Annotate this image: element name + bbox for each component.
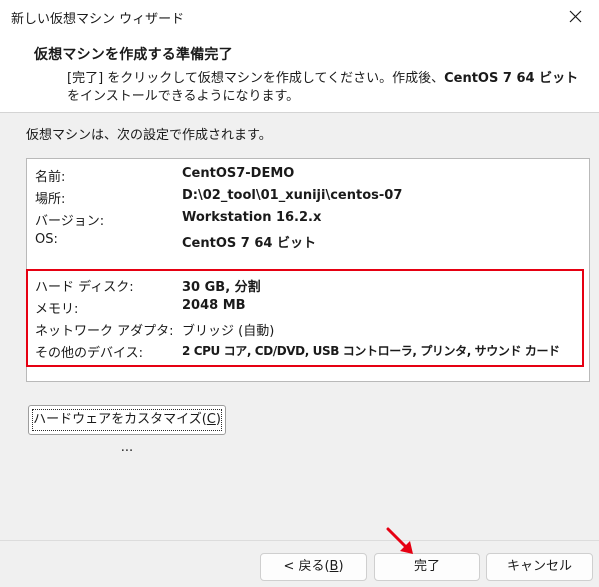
window-title: 新しい仮想マシン ウィザード bbox=[11, 12, 185, 27]
close-button[interactable] bbox=[553, 0, 599, 34]
desc-text-post: をインストールできるようになります。 bbox=[67, 89, 300, 104]
page-title: 仮想マシンを作成する準備完了 bbox=[34, 47, 233, 63]
back-button[interactable]: < 戻る(B) bbox=[260, 553, 367, 581]
customize-label-pre: ハードウェアをカスタマイズ( bbox=[33, 412, 207, 427]
hardware-highlight-box bbox=[26, 269, 584, 367]
close-icon bbox=[569, 10, 582, 23]
setting-value: D:\02_tool\01_xuniji\centos-07 bbox=[182, 188, 403, 203]
setting-label: 名前: bbox=[35, 170, 66, 185]
wizard-header: 仮想マシンを作成する準備完了 [完了] をクリックして仮想マシンを作成してくださ… bbox=[0, 34, 599, 113]
wizard-window: 新しい仮想マシン ウィザード 仮想マシンを作成する準備完了 [完了] をクリック… bbox=[0, 0, 599, 587]
setting-label: OS: bbox=[35, 232, 58, 247]
title-bar: 新しい仮想マシン ウィザード bbox=[0, 0, 599, 34]
setting-value: CentOS7-DEMO bbox=[182, 166, 295, 181]
customize-hardware-button[interactable]: ハードウェアをカスタマイズ(C) ... bbox=[28, 405, 226, 455]
setting-label: バージョン: bbox=[35, 214, 105, 229]
finish-button[interactable]: 完了 bbox=[374, 553, 480, 581]
customize-label: ハードウェアをカスタマイズ(C) ... bbox=[33, 412, 221, 455]
red-arrow-icon bbox=[386, 527, 413, 554]
page-description: [完了] をクリックして仮想マシンを作成してください。作成後、CentOS 7 … bbox=[67, 70, 587, 106]
setting-value: Workstation 16.2.x bbox=[182, 210, 322, 225]
back-label-post: ) bbox=[338, 559, 344, 574]
intro-text: 仮想マシンは、次の設定で作成されます。 bbox=[26, 128, 272, 143]
setting-value: CentOS 7 64 ビット bbox=[182, 236, 316, 251]
customize-accesskey: C bbox=[206, 412, 216, 427]
cancel-button[interactable]: キャンセル bbox=[486, 553, 593, 581]
setting-label: 場所: bbox=[35, 192, 66, 207]
back-label-pre: < 戻る( bbox=[283, 559, 330, 574]
desc-text-pre: [完了] をクリックして仮想マシンを作成してください。作成後、 bbox=[67, 71, 445, 86]
settings-summary: 名前: CentOS7-DEMO 場所: D:\02_tool\01_xunij… bbox=[26, 158, 590, 382]
desc-os-name: CentOS 7 64 ビット bbox=[444, 71, 579, 86]
